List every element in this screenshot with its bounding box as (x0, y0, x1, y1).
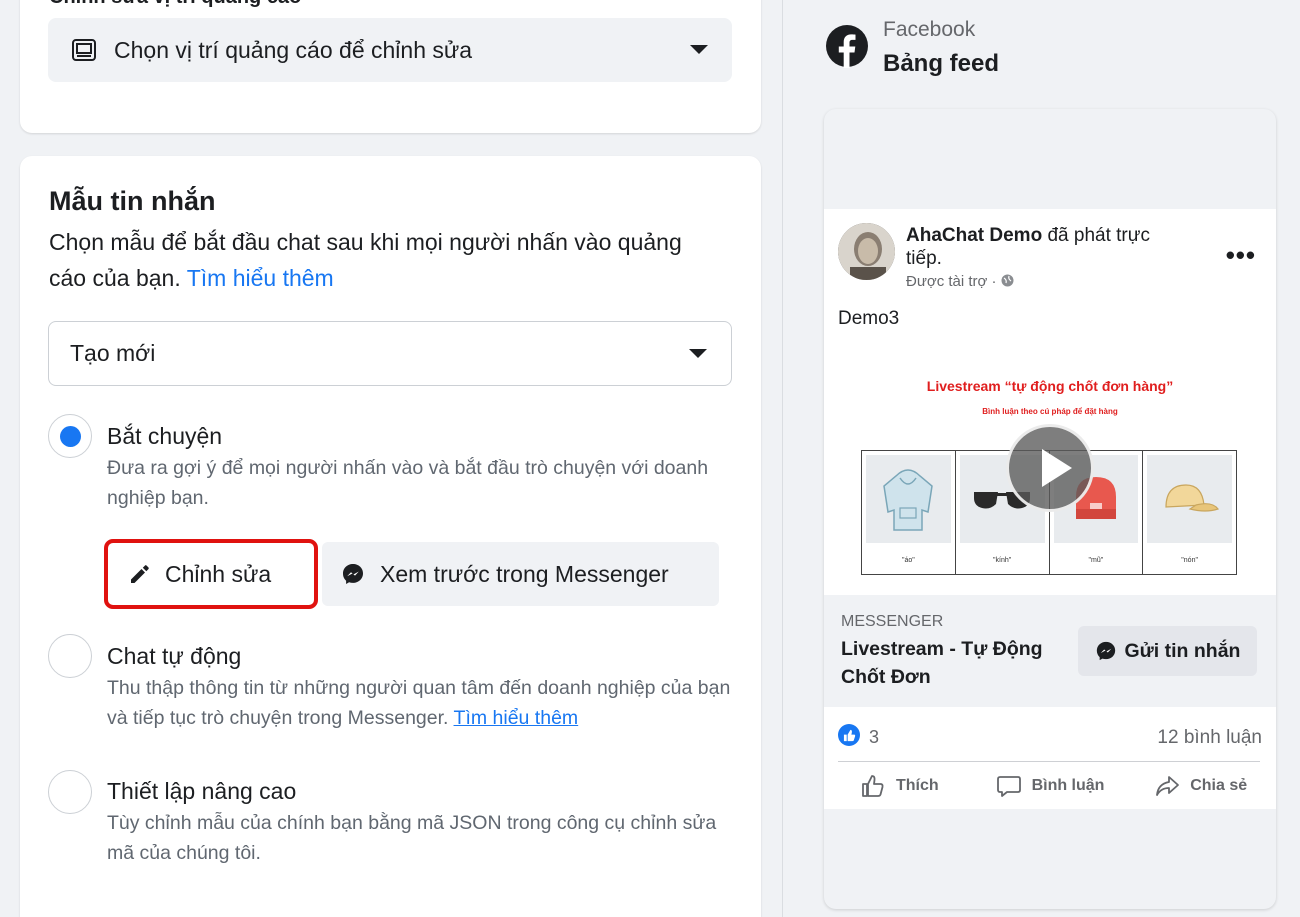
share-icon (1154, 773, 1180, 799)
like-count[interactable]: 3 (869, 727, 879, 748)
monitor-icon (70, 36, 98, 64)
thumbs-up-icon (860, 773, 886, 799)
post-author: AhaChat Demo đã phát trực tiếp. (906, 225, 1150, 269)
placement-dropdown[interactable]: Chọn vị trí quảng cáo để chỉnh sửa (48, 18, 732, 82)
platform-name: Facebook (883, 18, 976, 41)
cta-title: Livestream - Tự Động Chốt Đơn (841, 638, 1043, 688)
radio-thiet-lap-nang-cao[interactable] (48, 770, 92, 814)
edit-button[interactable]: Chỉnh sửa (104, 539, 318, 609)
ad-preview-panel: Facebook Bảng feed AhaChat Demo đã phát … (782, 0, 1300, 917)
message-template-card: Mẫu tin nhắn Chọn mẫu để bắt đầu chat sa… (20, 156, 761, 917)
send-message-button[interactable]: Gửi tin nhắn (1078, 626, 1257, 676)
preview-in-messenger-button[interactable]: Xem trước trong Messenger (322, 542, 719, 606)
cap-icon (1147, 455, 1232, 543)
messenger-cta: MESSENGER Livestream - Tự Động Chốt Đơn … (824, 595, 1276, 707)
more-options-icon[interactable]: ••• (1226, 242, 1256, 268)
product-cell: "áo" (862, 451, 956, 574)
template-dropdown[interactable]: Tạo mới (48, 321, 732, 386)
learn-more-link[interactable]: Tìm hiểu thêm (454, 707, 579, 729)
post-actions: Thích Bình luận Chia sẻ (824, 764, 1276, 808)
pencil-icon (127, 561, 153, 587)
avatar (838, 223, 895, 280)
placement-title: Chỉnh sửa vị trí quảng cáo (49, 0, 301, 9)
radio-bat-chuyen[interactable] (48, 414, 92, 458)
template-dropdown-label: Tạo mới (70, 340, 156, 366)
option-description: Tùy chỉnh mẫu của chính bạn bằng mã JSON… (107, 812, 717, 864)
sponsored-post: AhaChat Demo đã phát trực tiếp. Được tài… (824, 209, 1276, 809)
chevron-down-icon (689, 348, 707, 358)
section-description: Chọn mẫu để bắt đầu chat sau khi mọi ngư… (49, 229, 682, 291)
comment-button[interactable]: Bình luận (975, 764, 1126, 808)
section-title: Mẫu tin nhắn (49, 186, 216, 216)
product-caption: "mũ" (1088, 557, 1104, 564)
option-title: Thiết lập nâng cao (107, 778, 297, 804)
messenger-icon (340, 561, 366, 587)
like-reaction-icon (838, 724, 860, 746)
globe-icon (1001, 273, 1014, 290)
option-description: Đưa ra gợi ý để mọi người nhấn vào và bắ… (107, 457, 709, 509)
option-title: Chat tự động (107, 643, 242, 669)
product-caption: "nón" (1181, 557, 1198, 564)
product-caption: "áo" (901, 557, 915, 564)
comment-icon (996, 773, 1022, 799)
product-caption: "kính" (993, 557, 1012, 564)
ad-settings-panel: Chỉnh sửa vị trí quảng cáo Chọn vị trí q… (0, 0, 782, 917)
engagement-counts: 3 12 bình luận (824, 707, 1276, 757)
like-button[interactable]: Thích (824, 764, 975, 808)
facebook-logo-icon (825, 24, 869, 68)
feed-preview: AhaChat Demo đã phát trực tiếp. Được tài… (824, 109, 1276, 909)
share-label: Chia sẻ (1190, 777, 1248, 794)
share-button[interactable]: Chia sẻ (1125, 764, 1276, 808)
sponsored-label: Được tài trợ · (906, 273, 1014, 290)
placement-card: Chỉnh sửa vị trí quảng cáo Chọn vị trí q… (20, 0, 761, 133)
option-title: Bắt chuyện (107, 423, 223, 449)
media-title: Livestream “tự động chốt đơn hàng” (926, 378, 1174, 394)
preview-button-label: Xem trước trong Messenger (380, 560, 669, 587)
learn-more-link[interactable]: Tìm hiểu thêm (187, 265, 334, 291)
messenger-icon (1095, 640, 1117, 662)
post-video[interactable]: Livestream “tự động chốt đơn hàng” Bình … (824, 352, 1276, 595)
product-cell: "nón" (1143, 451, 1236, 574)
comment-count[interactable]: 12 bình luận (1157, 727, 1262, 749)
option-description: Thu thập thông tin từ những người quan t… (107, 677, 731, 729)
play-icon[interactable] (1006, 424, 1094, 512)
divider (838, 761, 1260, 762)
media-subtitle: Bình luận theo cú pháp để đặt hàng (982, 407, 1118, 416)
edit-button-label: Chỉnh sửa (165, 560, 272, 587)
placement-dropdown-label: Chọn vị trí quảng cáo để chỉnh sửa (114, 36, 473, 63)
comment-label: Bình luận (1031, 777, 1105, 794)
radio-chat-tu-dong[interactable] (48, 634, 92, 678)
hoodie-icon (866, 455, 951, 543)
chevron-down-icon (690, 45, 708, 54)
cta-kind: MESSENGER (841, 613, 944, 630)
send-message-label: Gửi tin nhắn (1124, 639, 1241, 662)
post-text: Demo3 (838, 308, 900, 329)
like-label: Thích (896, 777, 939, 794)
placement-name: Bảng feed (883, 50, 1000, 77)
